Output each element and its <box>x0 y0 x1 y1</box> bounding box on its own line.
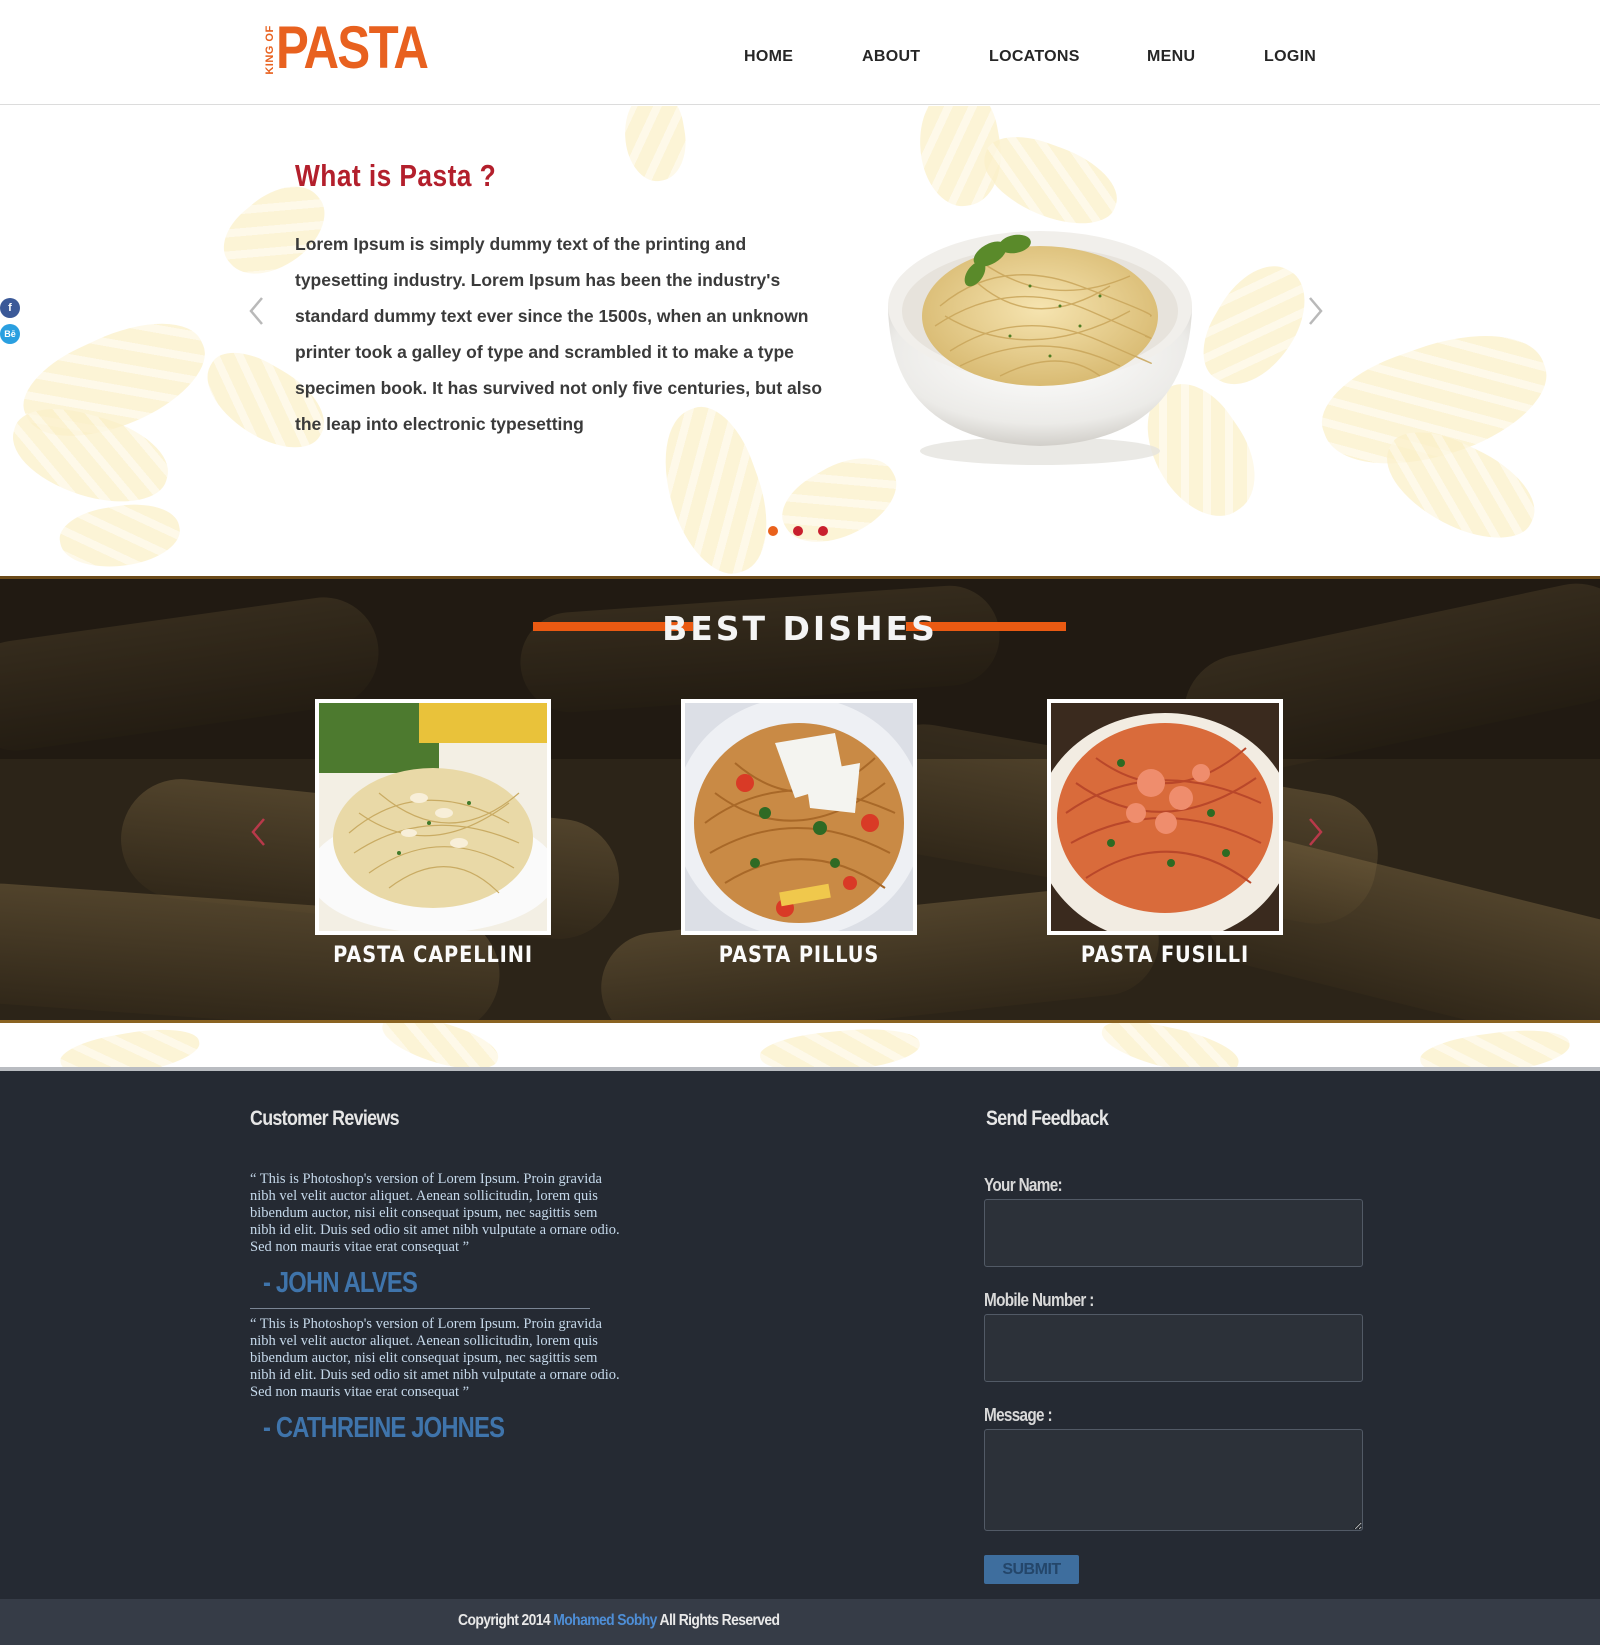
slider-dot-1[interactable] <box>768 526 778 536</box>
dish-name: PASTA CAPELLINI <box>333 943 533 968</box>
mobile-label: Mobile Number : <box>984 1290 1094 1310</box>
hero-next-arrow[interactable] <box>1308 296 1324 326</box>
copyright-line: Copyright 2014 Mohamed Sobhy All Rights … <box>458 1612 781 1630</box>
hero-slider: What is Pasta ? Lorem Ipsum is simply du… <box>0 106 1600 576</box>
message-textarea[interactable] <box>984 1429 1363 1531</box>
fusilli-decoration <box>758 1023 922 1067</box>
hero-title: What is Pasta ? <box>295 158 497 193</box>
pasta-bowl-image <box>888 231 1192 465</box>
dish-photo-pillus <box>674 697 924 937</box>
dish-frame <box>308 699 558 935</box>
dish-card[interactable]: PASTA CAPELLINI <box>308 699 558 968</box>
message-label: Message : <box>984 1405 1053 1425</box>
chevron-left-icon <box>249 297 263 325</box>
dish-card[interactable]: PASTA PILLUS <box>674 697 924 968</box>
review-text: “ This is Photoshop's version of Lorem I… <box>250 1316 620 1400</box>
nav-menu[interactable]: MENU <box>1147 48 1195 66</box>
copyright-prefix: Copyright 2014 <box>458 1612 551 1629</box>
dish-photo-fusilli <box>1035 703 1295 943</box>
fusilli-decoration <box>57 1023 203 1067</box>
chevron-right-icon <box>1309 818 1323 846</box>
facebook-icon[interactable]: f <box>0 298 20 318</box>
behance-icon[interactable]: Bē <box>0 324 20 344</box>
chevron-right-icon <box>1309 297 1323 325</box>
dish-frame <box>674 697 924 937</box>
slider-dots <box>768 526 838 538</box>
dishes-prev-arrow[interactable] <box>250 817 266 847</box>
dish-name: PASTA PILLUS <box>718 943 880 968</box>
divider-strip <box>0 1023 1600 1067</box>
reviews-heading: Customer Reviews <box>250 1107 400 1130</box>
social-links: f Bē <box>0 298 20 346</box>
review-divider <box>250 1308 590 1309</box>
mobile-input[interactable] <box>984 1314 1363 1382</box>
fusilli-decoration <box>1417 1023 1573 1067</box>
dish-frame <box>1035 699 1295 943</box>
name-input[interactable] <box>984 1199 1363 1267</box>
review-author: - CATHREINE JOHNES <box>263 1412 505 1444</box>
chevron-left-icon <box>251 818 265 846</box>
submit-button[interactable]: SUBMIT <box>984 1555 1079 1584</box>
slider-dot-3[interactable] <box>818 526 828 536</box>
main-nav: HOME ABOUT LOCATONS MENU LOGIN <box>0 48 1600 68</box>
dish-card[interactable]: PASTA FUSILLI <box>1035 699 1295 968</box>
review-text: “ This is Photoshop's version of Lorem I… <box>250 1171 620 1255</box>
nav-about[interactable]: ABOUT <box>862 48 920 66</box>
hero-prev-arrow[interactable] <box>248 296 264 326</box>
review-author: - JOHN ALVES <box>263 1267 418 1299</box>
nav-locations[interactable]: LOCATONS <box>989 48 1080 66</box>
nav-home[interactable]: HOME <box>744 48 793 66</box>
dishes-next-arrow[interactable] <box>1308 817 1324 847</box>
footer: Customer Reviews “ This is Photoshop's v… <box>0 1067 1600 1599</box>
dish-photo-capellini <box>308 703 558 933</box>
author-link[interactable]: Mohamed Sobhy <box>553 1612 657 1629</box>
name-label: Your Name: <box>984 1175 1063 1195</box>
fusilli-decoration <box>1187 249 1323 403</box>
copyright-bar: Copyright 2014 Mohamed Sobhy All Rights … <box>0 1599 1600 1645</box>
slider-dot-2[interactable] <box>793 526 803 536</box>
fusilli-decoration <box>1097 1023 1243 1067</box>
copyright-suffix: All Rights Reserved <box>659 1612 781 1629</box>
best-dishes-title: BEST DISHES <box>662 609 938 648</box>
fusilli-decoration <box>55 496 185 576</box>
nav-login[interactable]: LOGIN <box>1264 48 1316 66</box>
dish-name: PASTA FUSILLI <box>1080 943 1250 968</box>
fusilli-decoration <box>2 396 178 516</box>
best-dishes-section: BEST DISHES PASTA CAPELLINI PASTA PILLUS… <box>0 576 1600 1023</box>
fusilli-decoration <box>617 106 693 186</box>
fusilli-decoration <box>376 1023 504 1067</box>
hero-text: Lorem Ipsum is simply dummy text of the … <box>295 234 823 434</box>
feedback-heading: Send Feedback <box>986 1107 1109 1130</box>
site-header: KING OF PASTA HOME ABOUT LOCATONS MENU L… <box>0 0 1600 105</box>
